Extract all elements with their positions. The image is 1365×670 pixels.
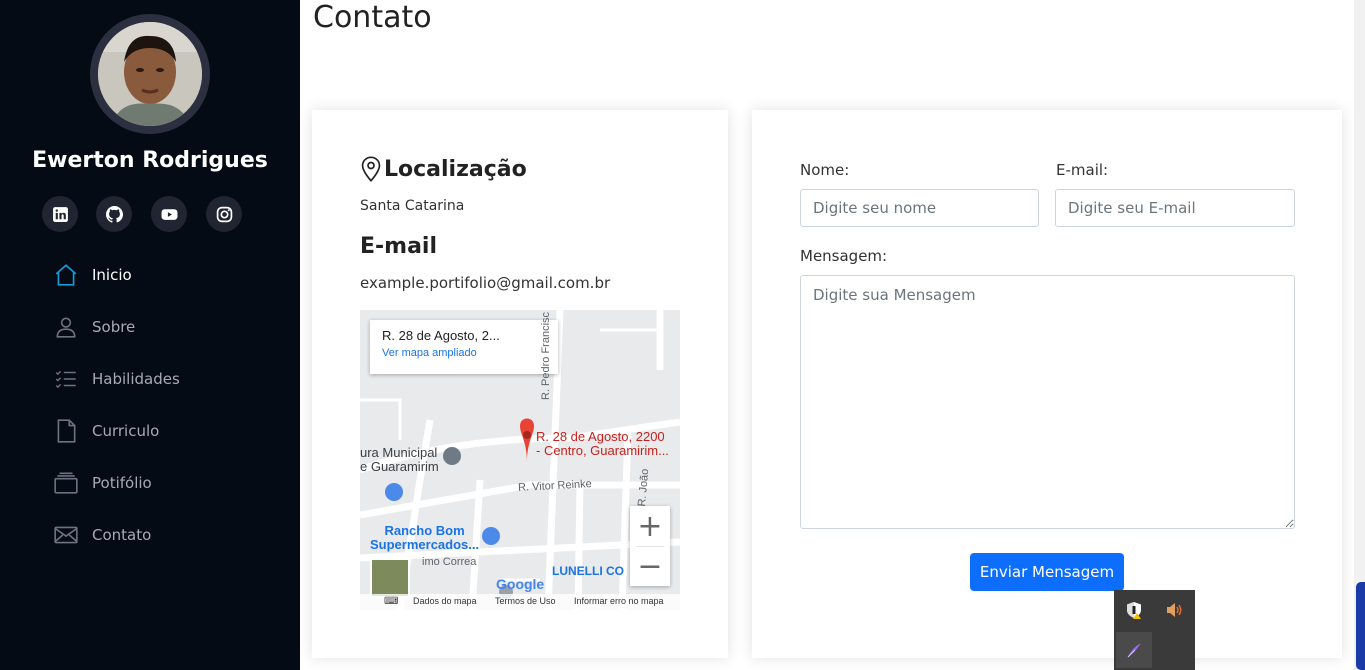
nav-item-contato[interactable]: Contato — [52, 520, 151, 550]
nav-item-potifolio[interactable]: Potifólio — [52, 468, 152, 498]
nav-label: Curriculo — [92, 422, 160, 440]
nav-label: Potifólio — [92, 474, 152, 492]
send-message-button[interactable]: Enviar Mensagem — [970, 553, 1124, 591]
street-label: imo Correa — [422, 556, 477, 568]
avatar — [90, 14, 210, 134]
instagram-icon — [216, 206, 232, 222]
location-title: Localização — [384, 156, 527, 182]
nav-item-curriculo[interactable]: Curriculo — [52, 416, 159, 446]
pen-feather-icon[interactable] — [1116, 632, 1152, 668]
name-label: Nome: — [800, 161, 850, 179]
home-icon — [52, 261, 80, 289]
list-check-icon — [52, 365, 80, 393]
linkedin-icon — [52, 206, 68, 222]
scrollbar-thumb[interactable] — [1356, 582, 1365, 670]
github-icon — [105, 205, 123, 223]
email-label: E-mail: — [1056, 161, 1109, 179]
map-poi-label: LUNELLI CO — [552, 564, 624, 578]
name-input[interactable] — [800, 189, 1039, 227]
nav-item-habilidades[interactable]: Habilidades — [52, 364, 180, 394]
message-textarea[interactable] — [800, 275, 1295, 529]
map-pin-label: R. 28 de Agosto, 2200 - Centro, Guaramir… — [536, 429, 669, 458]
system-tray-popup — [1114, 590, 1195, 670]
speaker-icon[interactable] — [1156, 592, 1192, 628]
youtube-link[interactable] — [151, 196, 187, 232]
github-link[interactable] — [96, 196, 132, 232]
map-poi-label: Rancho Bom Supermercados... — [370, 523, 480, 552]
google-map[interactable]: R. 28 de Agosto, 2... Ver mapa ampliado … — [360, 310, 680, 610]
email-title: E-mail — [360, 234, 438, 259]
email-input[interactable] — [1055, 189, 1295, 227]
file-icon — [52, 417, 80, 445]
zoom-out-button[interactable]: − — [630, 546, 670, 586]
map-poi-label: ura Municipal e Guaramirim — [360, 445, 439, 474]
scrollbar-track[interactable] — [1354, 0, 1365, 670]
nav-label: Habilidades — [92, 370, 180, 388]
geo-pin-icon — [361, 156, 381, 182]
nav-label: Contato — [92, 526, 152, 544]
satellite-toggle[interactable] — [370, 558, 410, 598]
street-label: R. Pedro Francisc — [540, 311, 552, 400]
terms-link[interactable]: Termos de Uso — [495, 596, 556, 606]
instagram-link[interactable] — [206, 196, 242, 232]
main-content: Contato Localização Santa Catarina E-mai… — [300, 0, 1354, 670]
location-heading: Localização — [360, 156, 527, 182]
contact-form-card: Nome: E-mail: Mensagem: Enviar Mensagem — [752, 110, 1342, 658]
contact-info-card: Localização Santa Catarina E-mail exampl… — [312, 110, 728, 658]
email-value: example.portifolio@gmail.com.br — [360, 274, 611, 292]
linkedin-link[interactable] — [42, 196, 78, 232]
google-logo: Google — [496, 576, 545, 592]
profile-name: Ewerton Rodrigues — [32, 148, 268, 173]
nav-label: Inicio — [92, 266, 132, 284]
report-error-link[interactable]: Informar erro no mapa — [574, 596, 664, 606]
zoom-controls: + − — [630, 506, 670, 586]
map-info-card: R. 28 de Agosto, 2... Ver mapa ampliado — [370, 320, 558, 374]
nav-item-inicio[interactable]: Inicio — [52, 260, 132, 290]
collection-icon — [52, 469, 80, 497]
nav-label: Sobre — [92, 318, 136, 336]
message-label: Mensagem: — [800, 247, 888, 265]
page-title: Contato — [313, 0, 432, 35]
map-data-link[interactable]: Dados do mapa — [413, 596, 477, 606]
envelope-icon — [52, 521, 80, 549]
youtube-icon — [161, 208, 177, 220]
zoom-in-button[interactable]: + — [630, 506, 670, 546]
view-larger-map-link[interactable]: Ver mapa ampliado — [382, 347, 546, 359]
sidebar: Ewerton Rodrigues Inicio Sobre Habilidad… — [0, 0, 300, 670]
person-icon — [52, 313, 80, 341]
keyboard-icon[interactable]: ⌨ — [384, 596, 398, 607]
security-shield-icon[interactable] — [1116, 592, 1152, 628]
map-footer: ⌨ Dados do mapa Termos de Uso Informar e… — [360, 594, 680, 610]
map-address: R. 28 de Agosto, 2... — [382, 328, 500, 343]
nav-item-sobre[interactable]: Sobre — [52, 312, 135, 342]
location-value: Santa Catarina — [360, 198, 465, 214]
